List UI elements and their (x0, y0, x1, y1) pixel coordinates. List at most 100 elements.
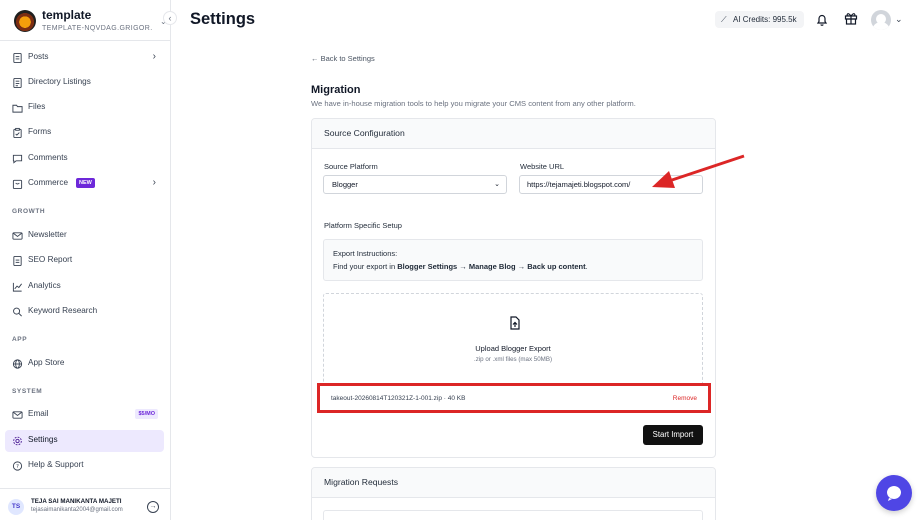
profile-avatar[interactable] (871, 10, 891, 30)
gift-icon[interactable] (844, 11, 858, 25)
sidebar-item-label: Analytics (28, 281, 61, 290)
section-description: We have in-house migration tools to help… (311, 99, 636, 108)
sidebar-item-keyword-research[interactable]: Keyword Research (5, 301, 164, 323)
remove-file-button[interactable]: Remove (673, 395, 697, 402)
back-to-settings-link[interactable]: ← Back to Settings (311, 54, 375, 63)
sidebar-item-email[interactable]: Email $5/MO (5, 404, 164, 426)
user-profile[interactable]: TS TEJA SAI MANIKANTA MAJETI tejasaimani… (0, 488, 170, 520)
workspace-slug: TEMPLATE-NQVDAG.GRIGOR... (42, 25, 152, 32)
sidebar-item-forms[interactable]: Forms (5, 122, 164, 144)
instructions-arrow: → (515, 262, 528, 271)
website-url-input[interactable]: https://tejamajeti.blogspot.com/ (519, 175, 703, 194)
chart-icon (12, 282, 22, 292)
instructions-arrow: → (457, 262, 469, 271)
avatar: TS (8, 499, 24, 515)
ai-credits-badge[interactable]: ⟋ AI Credits: 995.5k (715, 11, 804, 28)
instructions-step: Back up content (527, 262, 586, 271)
collapse-sidebar-button[interactable]: ‹ (163, 11, 177, 25)
sidebar-item-label: Files (28, 102, 46, 111)
workspace-name: template (42, 8, 92, 22)
sidebar-item-label: Keyword Research (28, 306, 98, 315)
sidebar-item-label: Commerce (28, 178, 69, 187)
document-icon (13, 52, 22, 64)
card-title: Migration Requests (324, 477, 399, 487)
source-platform-label: Source Platform (324, 162, 378, 171)
user-email: tejasaimanikanta2004@gmail.com (31, 507, 123, 513)
chevron-down-icon[interactable]: ⌄ (895, 14, 903, 25)
workspace-logo (14, 10, 36, 32)
section-label-app: APP (12, 336, 28, 343)
folder-icon (12, 104, 23, 113)
sidebar-item-label: Directory Listings (28, 77, 91, 86)
bell-icon[interactable] (815, 13, 829, 27)
sidebar-item-newsletter[interactable]: Newsletter (5, 225, 164, 247)
uploaded-file-row: takeout-20260814T120321Z-1-001.zip · 40 … (317, 383, 711, 413)
platform-setup-label: Platform Specific Setup (324, 221, 402, 230)
sidebar-item-label: Comments (28, 153, 68, 162)
section-label-growth: GROWTH (12, 208, 46, 215)
page-title: Settings (190, 10, 256, 28)
sidebar-item-analytics[interactable]: Analytics (5, 276, 164, 298)
sidebar-item-seo-report[interactable]: SEO Report (5, 250, 164, 272)
instructions-step: Manage Blog (468, 262, 516, 271)
mail-icon (12, 232, 23, 240)
user-name: TEJA SAI MANIKANTA MAJETI (31, 498, 122, 505)
sidebar: template TEMPLATE-NQVDAG.GRIGOR... ⌄ Pos… (0, 0, 171, 520)
sidebar-item-label: Settings (28, 435, 58, 444)
new-badge: NEW (76, 178, 95, 188)
sidebar-divider (0, 40, 170, 41)
sidebar-item-label: Newsletter (28, 230, 67, 239)
instructions-text: Find your export in Blogger Settings → M… (333, 262, 588, 271)
sidebar-item-settings[interactable]: Settings (5, 430, 164, 452)
sidebar-item-posts[interactable]: Posts › (5, 47, 164, 69)
sidebar-item-label: Forms (28, 127, 52, 136)
file-upload-icon (510, 316, 520, 330)
logout-icon[interactable]: → (147, 501, 159, 513)
instructions-title: Export Instructions: (333, 249, 398, 258)
ai-credits-text: AI Credits: 995.5k (733, 15, 797, 24)
upload-title: Upload Blogger Export (475, 344, 551, 353)
mail-icon (12, 411, 23, 419)
sidebar-item-help-support[interactable]: ? Help & Support (5, 455, 164, 477)
gear-icon (13, 436, 22, 446)
globe-icon (12, 359, 23, 369)
chevron-right-icon: › (152, 177, 156, 188)
storefront-icon (12, 179, 23, 190)
chat-bubble-icon (12, 154, 23, 164)
card-header: Source Configuration (312, 119, 715, 149)
sidebar-item-commerce[interactable]: Commerce NEW › (5, 173, 164, 195)
sidebar-item-label: Email (28, 409, 49, 418)
website-url-label: Website URL (520, 162, 565, 171)
select-value: Blogger (332, 180, 358, 189)
section-label-system: SYSTEM (12, 388, 43, 395)
start-import-button[interactable]: Start Import (643, 425, 703, 445)
chat-bubble-icon (887, 486, 902, 501)
clipboard-icon (13, 127, 22, 139)
card-title: Source Configuration (324, 128, 405, 138)
upload-dropzone[interactable]: Upload Blogger Export .zip or .xml files… (323, 293, 703, 388)
instructions-suffix: . (585, 262, 588, 271)
instructions-prefix: Find your export in (333, 262, 398, 271)
sidebar-item-files[interactable]: Files (5, 97, 164, 119)
help-icon: ? (12, 461, 23, 471)
sidebar-item-directory-listings[interactable]: Directory Listings (5, 72, 164, 94)
sidebar-item-label: App Store (28, 358, 65, 367)
magic-wand-icon: ⟋ (721, 15, 727, 24)
sidebar-item-label: Posts (28, 52, 49, 61)
source-platform-select[interactable]: Blogger ⌄ (323, 175, 507, 194)
card-header: Migration Requests (312, 468, 715, 498)
section-heading: Migration (311, 84, 361, 96)
sidebar-item-app-store[interactable]: App Store (5, 353, 164, 375)
chevron-down-icon: ⌄ (494, 181, 500, 188)
list-document-icon (13, 77, 22, 89)
svg-text:?: ? (16, 464, 19, 470)
workspace-switcher[interactable]: template TEMPLATE-NQVDAG.GRIGOR... ⌄ (12, 7, 168, 33)
chat-button[interactable] (876, 475, 912, 511)
price-badge: $5/MO (135, 409, 158, 419)
search-icon (13, 307, 22, 317)
sidebar-item-comments[interactable]: Comments (5, 148, 164, 170)
chevron-right-icon: › (152, 51, 156, 62)
report-icon (13, 255, 22, 267)
export-instructions: Export Instructions: Find your export in… (323, 239, 703, 281)
upload-hint: .zip or .xml files (max 50MB) (473, 356, 553, 363)
